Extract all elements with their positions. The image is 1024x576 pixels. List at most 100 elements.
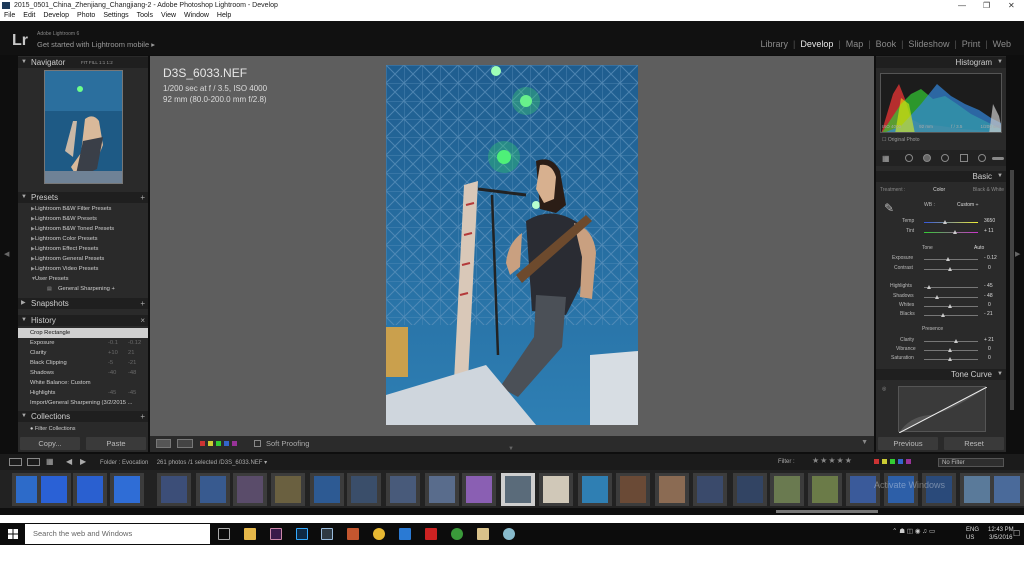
menu-photo[interactable]: Photo [77, 11, 95, 21]
menu-edit[interactable]: Edit [23, 11, 35, 21]
flag-purple-icon[interactable] [232, 441, 237, 446]
filmstrip-thumbnail[interactable] [73, 473, 107, 506]
color-filter-yellow[interactable] [882, 459, 887, 464]
tone-curve-header[interactable]: Tone Curve ▼ [876, 369, 1006, 380]
navigator-zoom-options[interactable]: FIT FILL 1:1 1:2 [81, 57, 113, 68]
copy-settings-button[interactable]: Copy... [20, 437, 80, 450]
treatment-bw-button[interactable]: Black & White [973, 187, 1004, 193]
history-step[interactable]: Import/General Sharpening (3/2/2015 ... [18, 398, 148, 408]
filmstrip-thumbnail[interactable] [462, 473, 496, 506]
file-explorer-icon[interactable] [244, 528, 256, 540]
filmstrip-toggle-icon[interactable]: ▼ [508, 446, 514, 452]
filmstrip-thumbnail[interactable] [157, 473, 191, 506]
chrome-icon[interactable] [373, 528, 385, 540]
filmstrip-thumbnail[interactable] [425, 473, 459, 506]
toolbar-menu-icon[interactable]: ▼ [861, 439, 868, 446]
filmstrip-thumbnail[interactable] [37, 473, 71, 506]
histogram-header[interactable]: Histogram ▼ [876, 57, 1006, 68]
photos-app-icon[interactable] [347, 528, 359, 540]
spot-removal-icon[interactable] [923, 154, 931, 162]
filter-collections-item[interactable]: ● Filter Collections [30, 426, 76, 432]
filmstrip-thumbnail[interactable] [271, 473, 305, 506]
filmstrip-thumbnail[interactable] [539, 473, 573, 506]
filmstrip-thumbnail[interactable] [990, 473, 1024, 506]
app-green-icon[interactable] [451, 528, 463, 540]
menu-develop[interactable]: Develop [43, 11, 69, 21]
basic-header[interactable]: Basic ▼ [876, 171, 1006, 182]
menu-tools[interactable]: Tools [137, 11, 153, 21]
shadows-slider[interactable] [924, 297, 978, 298]
snapshots-header[interactable]: ▶ Snapshots + [18, 298, 148, 309]
add-collection-icon[interactable]: + [140, 411, 145, 422]
navigator-preview[interactable] [44, 70, 123, 184]
task-view-icon[interactable] [218, 528, 230, 540]
grid-view-icon[interactable]: ▦ [46, 457, 54, 466]
reset-button[interactable]: Reset [944, 437, 1004, 450]
radial-filter-icon[interactable] [978, 154, 986, 162]
flag-green-icon[interactable] [216, 441, 221, 446]
photoshop-icon[interactable] [296, 528, 308, 540]
primary-window-icon[interactable] [9, 458, 22, 466]
filmstrip-thumbnail[interactable] [386, 473, 420, 506]
loupe-view-button[interactable] [156, 439, 171, 448]
menu-window[interactable]: Window [184, 11, 209, 21]
taskbar-search-input[interactable]: Search the web and Windows [25, 524, 210, 544]
red-eye-icon[interactable] [941, 154, 949, 162]
tone-curve-graph[interactable] [898, 386, 988, 434]
right-panel-scrollbar[interactable] [1010, 170, 1014, 410]
app-bird-icon[interactable] [503, 528, 515, 540]
filmstrip-thumbnail[interactable] [733, 473, 767, 506]
temp-knob[interactable] [943, 220, 947, 224]
filmstrip-thumbnail[interactable] [616, 473, 650, 506]
app-files-icon[interactable] [477, 528, 489, 540]
blacks-knob[interactable] [941, 313, 945, 317]
menu-file[interactable]: File [4, 11, 15, 21]
exposure-knob[interactable] [946, 257, 950, 261]
mobile-link[interactable]: Get started with Lightroom mobile ▸ [37, 40, 155, 49]
filmstrip-thumbnail[interactable] [578, 473, 612, 506]
module-map[interactable]: Map [841, 39, 869, 49]
adjustment-brush-icon[interactable] [992, 157, 1004, 160]
highlights-knob[interactable] [927, 285, 931, 289]
color-filter-green[interactable] [890, 459, 895, 464]
shadows-knob[interactable] [935, 295, 939, 299]
previous-button[interactable]: Previous [878, 437, 938, 450]
blacks-slider[interactable] [924, 315, 978, 316]
system-tray-icons[interactable]: ⌃ ☗ ◫ ◉ ♫ ▭ [892, 527, 935, 535]
filter-select[interactable]: No Filter [938, 458, 1004, 467]
auto-tone-button[interactable]: Auto [974, 245, 984, 251]
filmstrip-thumbnail[interactable] [347, 473, 381, 506]
add-preset-icon[interactable]: + [140, 192, 145, 203]
paste-settings-button[interactable]: Paste [86, 437, 146, 450]
back-arrow-icon[interactable]: ◀ [66, 457, 72, 466]
history-step[interactable]: Highlights -45 -45 [18, 388, 148, 398]
right-panel-toggle-icon[interactable]: ▶ [1015, 250, 1020, 258]
history-step[interactable]: White Balance: Custom [18, 378, 148, 388]
preset-folder[interactable]: ▶ Lightroom B&W Filter Presets [18, 204, 148, 214]
menu-settings[interactable]: Settings [103, 11, 128, 21]
collections-header[interactable]: ▼ Collections + [18, 411, 148, 422]
filmstrip-thumbnail[interactable] [110, 473, 144, 506]
whites-knob[interactable] [948, 304, 952, 308]
preset-folder[interactable]: ▶ Lightroom B&W Toned Presets [18, 224, 148, 234]
navigator-header[interactable]: ▼ Navigator FIT FILL 1:1 1:2 [18, 57, 148, 68]
filmstrip-thumbnail[interactable] [196, 473, 230, 506]
filmstrip-thumbnail[interactable] [655, 473, 689, 506]
color-filter-blue[interactable] [898, 459, 903, 464]
language-indicator[interactable]: ENG US [966, 526, 979, 542]
module-develop[interactable]: Develop [795, 39, 838, 49]
grid-overlay-icon[interactable]: ▦ [882, 154, 890, 163]
menu-view[interactable]: View [161, 11, 176, 21]
edge-icon[interactable] [399, 528, 411, 540]
preset-item[interactable]: ▤ General Sharpening + [18, 284, 148, 294]
flag-yellow-icon[interactable] [208, 441, 213, 446]
filmstrip-source[interactable]: Folder : Evocation 261 photos /1 selecte… [100, 459, 267, 466]
treatment-color-button[interactable]: Color [933, 187, 945, 193]
history-step[interactable]: Shadows -40 -48 [18, 368, 148, 378]
app-red-icon[interactable] [425, 528, 437, 540]
clear-history-icon[interactable]: × [140, 315, 145, 326]
color-filter-red[interactable] [874, 459, 879, 464]
color-filter-purple[interactable] [906, 459, 911, 464]
soft-proofing-checkbox[interactable] [254, 440, 261, 447]
add-snapshot-icon[interactable]: + [140, 298, 145, 309]
